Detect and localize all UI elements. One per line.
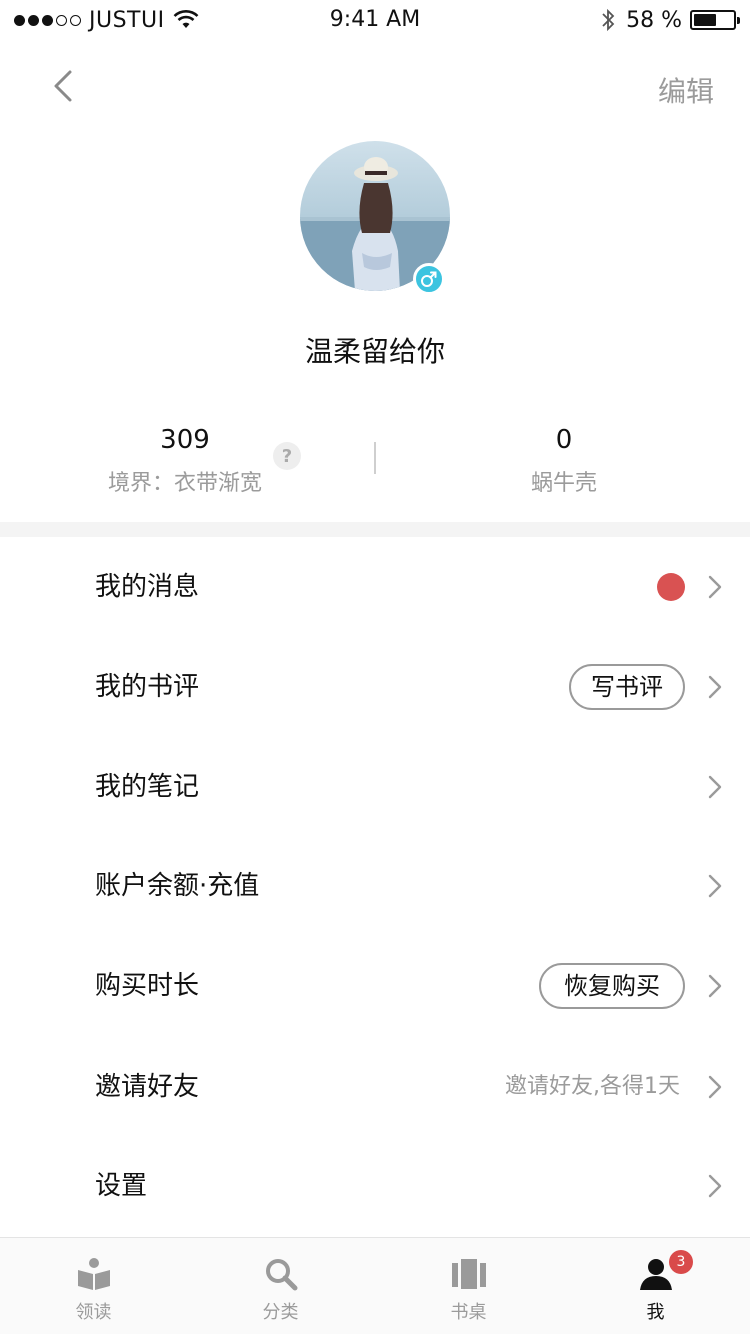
status-bar: JUSTUI 9:41 AM 58 %	[0, 0, 750, 40]
stat-divider	[374, 442, 376, 474]
shell-label: 蜗牛壳	[530, 471, 597, 496]
chevron-right-icon	[708, 874, 722, 898]
invite-hint: 邀请好友,各得1天	[505, 1074, 680, 1099]
shell-value: 0	[555, 425, 573, 455]
menu-item-settings[interactable]: 设置	[0, 1136, 750, 1236]
chevron-left-icon[interactable]	[48, 66, 84, 106]
shell-stat[interactable]: 0 蜗牛壳	[464, 425, 664, 497]
menu-item-notes[interactable]: 我的笔记	[0, 737, 750, 837]
menu-item-label: 邀请好友	[95, 1072, 200, 1102]
tab-label: 我	[646, 1302, 665, 1323]
menu-item-label: 我的书评	[95, 672, 200, 702]
menu-item-label: 我的消息	[95, 572, 200, 602]
chevron-right-icon	[708, 675, 722, 699]
realm-value: 309	[160, 425, 210, 455]
tab-me[interactable]: 3 我	[562, 1238, 749, 1334]
section-divider	[0, 522, 750, 537]
bluetooth-icon	[602, 8, 615, 32]
tab-bar: 领读 分类 书桌 3 我	[0, 1237, 750, 1334]
menu-item-reviews[interactable]: 我的书评 写书评	[0, 637, 750, 737]
open-book-icon	[78, 1258, 110, 1290]
menu-item-invite[interactable]: 邀请好友 邀请好友,各得1天	[0, 1037, 750, 1137]
realm-stat[interactable]: 309 境界：衣带渐宽	[85, 425, 285, 497]
tab-label: 分类	[262, 1302, 299, 1323]
battery-icon	[690, 10, 740, 30]
realm-label: 境界：衣带渐宽	[107, 471, 262, 496]
chevron-right-icon	[708, 1075, 722, 1099]
male-icon	[421, 271, 437, 287]
menu-item-purchase[interactable]: 购买时长 恢复购买	[0, 936, 750, 1036]
chevron-right-icon	[708, 974, 722, 998]
menu-item-balance[interactable]: 账户余额·充值	[0, 836, 750, 936]
battery-level	[694, 14, 716, 26]
tab-category[interactable]: 分类	[187, 1238, 374, 1334]
chevron-right-icon	[708, 775, 722, 799]
avatar[interactable]	[300, 141, 450, 295]
help-icon[interactable]: ?	[273, 442, 301, 470]
gender-badge	[413, 263, 445, 295]
bookshelf-icon	[452, 1259, 486, 1289]
tab-desk[interactable]: 书桌	[375, 1238, 562, 1334]
edit-button[interactable]: 编辑	[658, 70, 714, 110]
tab-reading[interactable]: 领读	[0, 1238, 187, 1334]
menu-item-label: 账户余额·充值	[95, 871, 260, 901]
menu-item-label: 我的笔记	[95, 772, 200, 802]
restore-purchase-button[interactable]: 恢复购买	[539, 963, 685, 1009]
username: 温柔留给你	[304, 335, 445, 368]
menu-item-label: 购买时长	[95, 971, 200, 1001]
battery-percent: 58 %	[626, 7, 682, 33]
notification-badge: 3	[669, 1250, 693, 1274]
write-review-button[interactable]: 写书评	[569, 664, 685, 710]
battery-cap	[737, 17, 740, 24]
chevron-right-icon	[708, 575, 722, 599]
search-icon	[266, 1259, 298, 1291]
tab-label: 领读	[75, 1302, 112, 1323]
menu-item-label: 设置	[95, 1171, 148, 1201]
chevron-right-icon	[708, 1174, 722, 1198]
menu-item-messages[interactable]: 我的消息	[0, 537, 750, 637]
battery-area: 58 %	[600, 6, 740, 34]
unread-indicator	[657, 573, 685, 601]
tab-label: 书桌	[450, 1302, 487, 1323]
